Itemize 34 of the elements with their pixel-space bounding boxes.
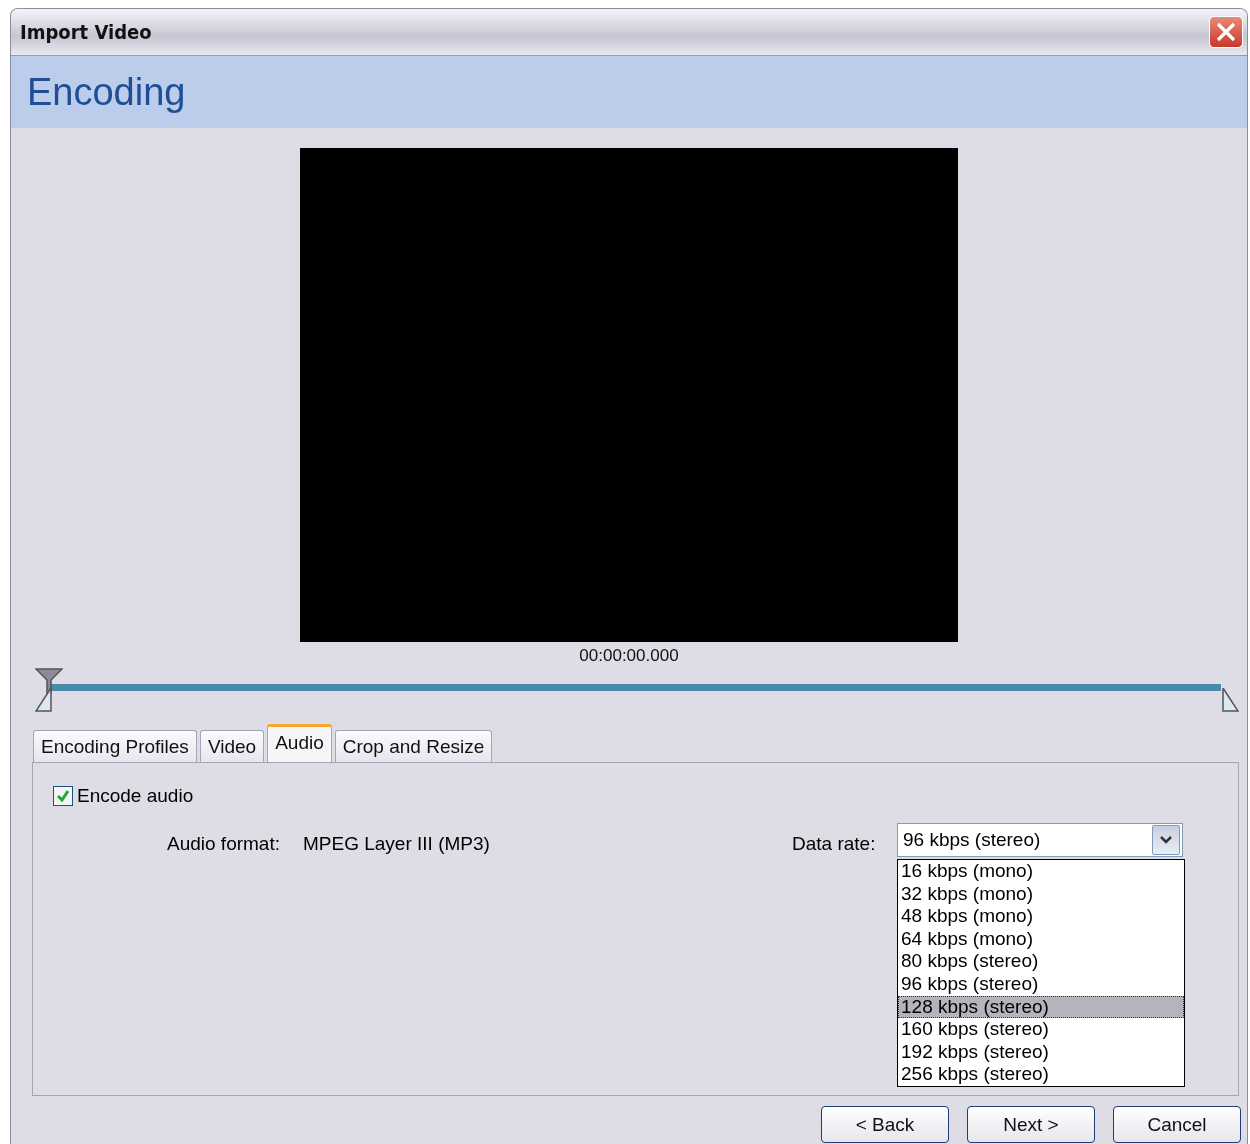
close-button[interactable] <box>1209 16 1243 48</box>
dropdown-option[interactable]: 128 kbps (stereo) <box>898 995 1184 1019</box>
dialog-button[interactable]: Cancel <box>1113 1106 1241 1143</box>
field-value: MPEG Layer III (MP3) <box>303 833 490 855</box>
check-icon <box>55 788 71 804</box>
field-label: Audio format: <box>167 833 280 855</box>
checkbox-label: Encode audio <box>77 785 194 807</box>
dropdown-option[interactable]: 256 kbps (stereo) <box>898 1063 1184 1086</box>
dropdown-option[interactable]: 32 kbps (mono) <box>898 882 1184 906</box>
field-label: Data rate: <box>792 833 876 855</box>
dialog-button[interactable]: Next > <box>967 1106 1095 1143</box>
checkbox[interactable] <box>53 786 73 806</box>
trim-end-handle[interactable] <box>1221 688 1239 712</box>
dropdown-option[interactable]: 80 kbps (stereo) <box>898 950 1184 973</box>
chevron-down-icon <box>1159 835 1173 845</box>
dialog-button[interactable]: < Back <box>821 1106 949 1143</box>
tab[interactable]: Encoding Profiles <box>33 730 197 762</box>
tab[interactable]: Video <box>199 730 265 762</box>
close-icon <box>1215 21 1237 43</box>
page-heading: Encoding <box>27 70 186 114</box>
window-title: Import Video <box>20 20 152 44</box>
tab[interactable]: Audio <box>267 724 332 763</box>
trim-start-handle[interactable] <box>35 688 53 712</box>
tab[interactable]: Crop and Resize <box>334 730 493 762</box>
dropdown-button[interactable] <box>1152 825 1180 855</box>
playhead-handle[interactable] <box>35 668 63 694</box>
dropdown-option[interactable]: 48 kbps (mono) <box>898 905 1184 928</box>
dropdown-option[interactable]: 96 kbps (stereo) <box>898 972 1184 996</box>
dropdown-option[interactable]: 192 kbps (stereo) <box>898 1040 1184 1064</box>
dropdown-option[interactable]: 160 kbps (stereo) <box>898 1018 1184 1041</box>
dropdown-option[interactable]: 64 kbps (mono) <box>898 927 1184 951</box>
timecode: 00:00:00.000 <box>579 646 679 666</box>
dropdown-option[interactable]: 16 kbps (mono) <box>898 860 1184 883</box>
dropdown[interactable]: 96 kbps (stereo) <box>897 823 1183 857</box>
